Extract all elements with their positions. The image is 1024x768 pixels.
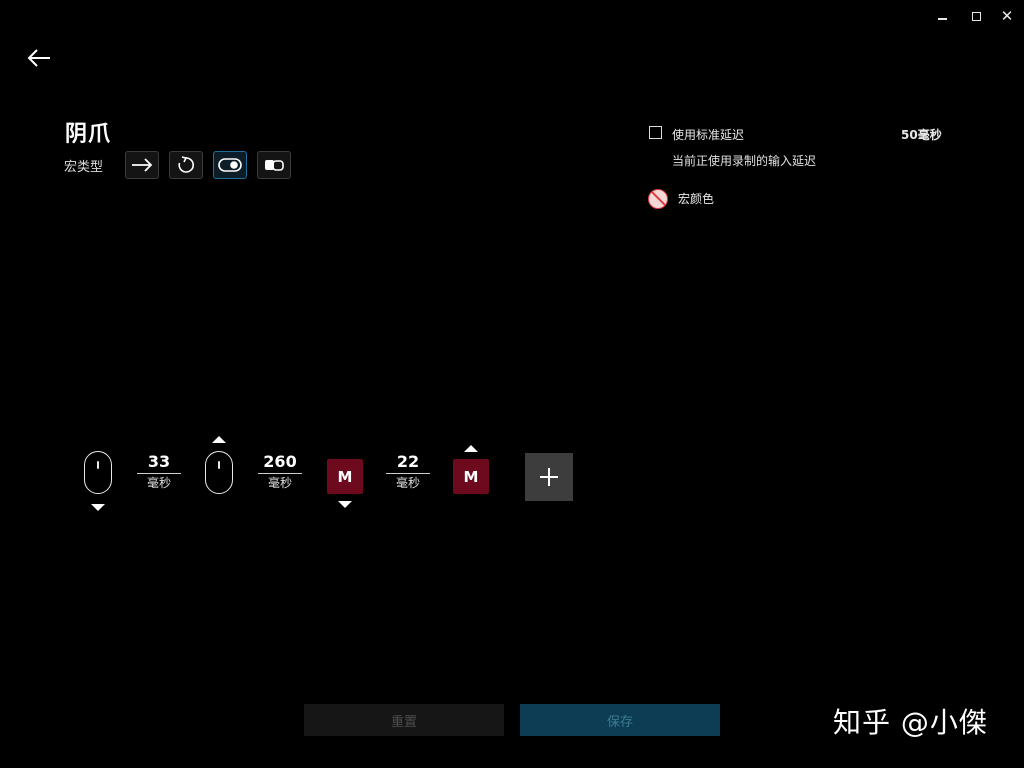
macro-type-label: 宏类型 [64, 160, 104, 175]
delay-step[interactable]: 22 毫秒 [386, 452, 430, 491]
arrow-right-icon [132, 158, 153, 172]
standard-delay-checkbox[interactable] [649, 126, 662, 139]
release-up-icon [464, 445, 478, 452]
delay-step[interactable]: 33 毫秒 [137, 452, 181, 491]
delay-unit: 毫秒 [267, 476, 292, 490]
add-step-button[interactable] [525, 453, 573, 501]
macro-type-sequence-button[interactable] [257, 151, 291, 179]
sequence-icon [265, 160, 284, 171]
macro-title: 阴爪 [65, 122, 112, 147]
repeat-icon [178, 156, 194, 173]
standard-delay-value: 50毫秒 [901, 128, 942, 142]
key-down-step[interactable]: M [327, 459, 363, 494]
back-arrow-icon[interactable] [26, 46, 54, 70]
macro-type-arrow-button[interactable] [125, 151, 159, 179]
macro-editor-window: ✕ 阴爪 宏类型 使用标准延迟 50毫秒 当前正使用录制的输入延迟 宏颜色 33… [0, 0, 1024, 768]
macro-type-repeat-button[interactable] [169, 151, 203, 179]
standard-delay-label: 使用标准延迟 [672, 128, 745, 142]
delay-step[interactable]: 260 毫秒 [258, 452, 302, 491]
toggle-icon [218, 158, 242, 172]
maximize-icon[interactable] [968, 8, 984, 24]
delay-value: 33 [137, 452, 181, 474]
mouse-button-down-step[interactable] [84, 451, 112, 494]
no-color-icon[interactable] [648, 189, 668, 209]
watermark: 知乎 @小傑 [833, 706, 988, 739]
save-button[interactable]: 保存 [520, 704, 720, 736]
close-icon[interactable]: ✕ [999, 8, 1015, 24]
macro-color-label: 宏颜色 [678, 192, 715, 206]
mouse-button-up-step[interactable] [205, 451, 233, 494]
press-down-icon [91, 504, 105, 511]
press-down-icon [338, 501, 352, 508]
key-up-step[interactable]: M [453, 459, 489, 494]
macro-type-toggle-button[interactable] [213, 151, 247, 179]
plus-icon [540, 468, 558, 486]
delay-value: 22 [386, 452, 430, 474]
delay-unit: 毫秒 [395, 476, 420, 490]
delay-unit: 毫秒 [146, 476, 171, 490]
delay-value: 260 [258, 452, 302, 474]
release-up-icon [212, 436, 226, 443]
delay-note: 当前正使用录制的输入延迟 [672, 154, 817, 168]
reset-button[interactable]: 重置 [304, 704, 504, 736]
minimize-icon[interactable] [935, 8, 951, 24]
